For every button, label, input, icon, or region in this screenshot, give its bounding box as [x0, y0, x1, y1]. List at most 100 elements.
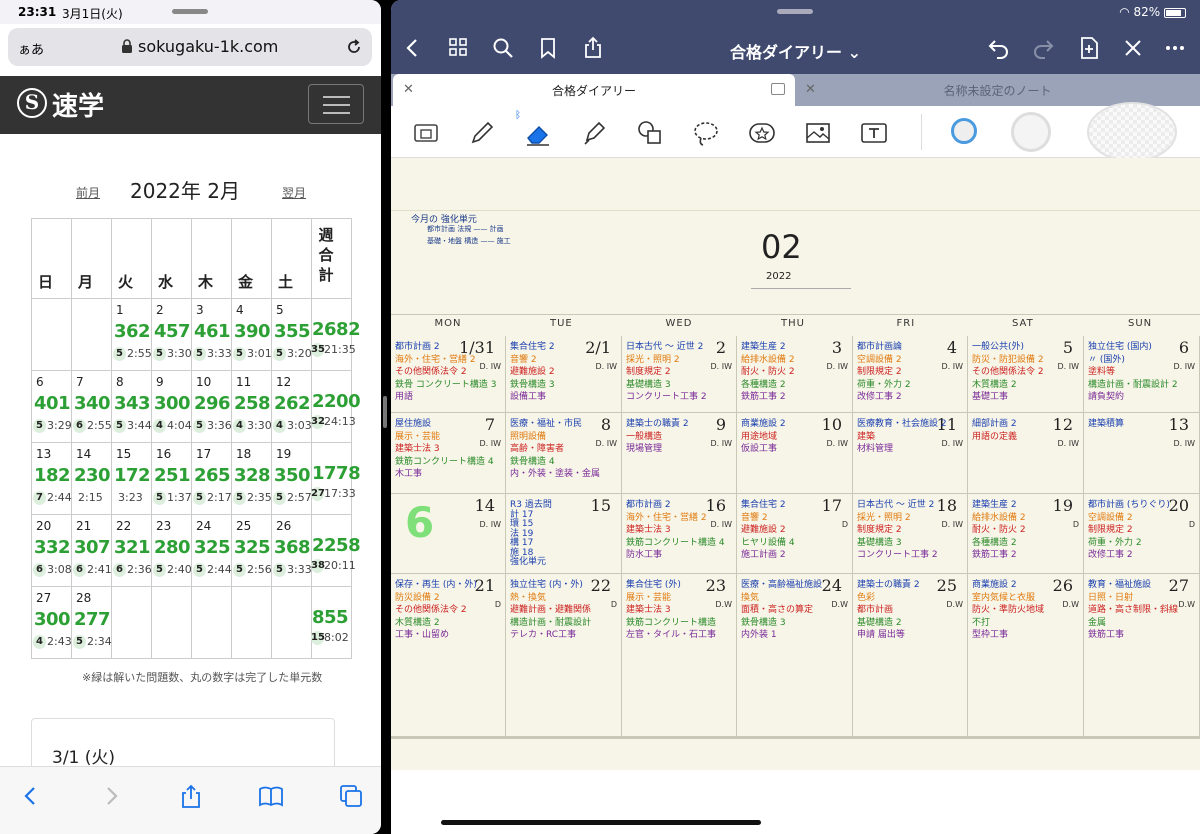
calendar-day-cell[interactable]: 2 457 5 3:30: [151, 298, 192, 371]
planner-day-cell[interactable]: 26 商業施設 2 室内気候と衣服 防火・準防火地域 不打 型枠工事 D.W: [968, 574, 1084, 738]
study-topic: 独立住宅 (内・外): [510, 580, 583, 590]
planner-day-cell[interactable]: 1/31 都市計画 2 海外・住宅・営繕 2 その他関係法令 2 鉄骨 コンクリート構造…: [391, 336, 506, 413]
sticker-tool-icon[interactable]: [747, 118, 777, 148]
planner-day-cell[interactable]: 11 医療教育・社会施設 2 建築 材料管理 D. IW: [853, 413, 968, 494]
planner-day-cell[interactable]: 7 屋住施設 展示・芸能 建築士法 3 鉄筋コンクリート構造 4 木工事 D. IW: [391, 413, 506, 494]
planner-day-cell[interactable]: 10 商業施設 2 用途地域 仮設工事 D. IW: [737, 413, 853, 494]
site-logo-text[interactable]: 速学: [52, 86, 104, 123]
calendar-day-cell[interactable]: 14 230 2:15: [71, 442, 112, 515]
next-month-link[interactable]: 翌月: [282, 184, 306, 201]
calendar-day-cell[interactable]: 22 321 6 2:36: [111, 514, 152, 587]
calendar-day-cell[interactable]: 5 355 5 3:20: [271, 298, 312, 371]
calendar-day-cell[interactable]: 8 343 5 3:44: [111, 370, 152, 443]
planner-day-cell[interactable]: 15 R3 過去問計 17 環 15 法 19 構 17 施 18 強化単元: [506, 494, 622, 574]
calendar-day-cell[interactable]: 16 251 5 1:37: [151, 442, 192, 515]
calendar-day-cell[interactable]: 3 461 5 3:33: [191, 298, 232, 371]
lasso-tool-icon[interactable]: [691, 118, 721, 148]
planner-day-cell[interactable]: 6 独立住宅 (国内) 〃 (国外) 塗料等 構造計画・耐震設計 2 請負契約 D. IW: [1084, 336, 1200, 413]
calendar-day-cell[interactable]: 19 350 5 2:57: [271, 442, 312, 515]
review-mark: D. IW: [941, 362, 963, 371]
planner-day-cell[interactable]: 12 細部計画 2 用語の定義 D. IW: [968, 413, 1084, 494]
calendar-day-cell[interactable]: 27 300 4 2:43: [31, 586, 72, 659]
planner-day-cell[interactable]: 17 集合住宅 2 音響 2 避難施設 2 ヒヤリ設備 4 施工計画 2 D: [737, 494, 853, 574]
calendar-day-cell[interactable]: 6 401 5 3:29: [31, 370, 72, 443]
calendar-day-cell[interactable]: 4 390 5 3:01: [231, 298, 272, 371]
share-icon[interactable]: [178, 783, 204, 809]
planner-day-cell[interactable]: 18 日本古代 〜 近世 2 採光・照明 2 制度規定 2 基礎構造 3 コンクリート工事…: [853, 494, 968, 574]
planner-day-cell[interactable]: 9 建築士の職責 2 一般構造 現場管理 D. IW: [622, 413, 737, 494]
planner-day-cell[interactable]: 3 建築生産 2 給排水設備 2 耐火・防火 2 各種構造 2 鉄筋工事 2 D. IW: [737, 336, 853, 413]
calendar-day-cell[interactable]: 18 328 5 2:35: [231, 442, 272, 515]
calendar-day-cell[interactable]: 20 332 6 3:08: [31, 514, 72, 587]
planner-day-cell[interactable]: 4 都市計画論 空調設備 2 制限規定 2 荷重・外力 2 改修工事 2 D. IW: [853, 336, 968, 413]
shapes-tool-icon[interactable]: [635, 118, 665, 148]
pen-tool-icon[interactable]: [467, 118, 497, 148]
planner-day-cell[interactable]: 27 教育・福祉施設 日照・日射 道路・高さ制限・斜線 金属 鉄筋工事 D.W: [1084, 574, 1200, 738]
close-toolbar-icon[interactable]: [1121, 36, 1145, 60]
calendar-day-cell[interactable]: 28 277 5 2:34: [71, 586, 112, 659]
pen-size-large[interactable]: [1087, 102, 1177, 162]
zoom-window-icon[interactable]: [411, 118, 441, 148]
day-number: 25: [236, 519, 252, 533]
study-topic: 採光・照明 2: [857, 512, 911, 523]
header-char: 合: [318, 246, 334, 264]
weekday-header: FRI: [896, 318, 916, 329]
planner-day-cell[interactable]: 24 医療・高齢福祉施設 換気 面積・高さの算定 鉄骨構造 3 内外装 1 D.W: [737, 574, 853, 738]
planner-day-cell[interactable]: 22 独立住宅 (内・外) 熱・換気 避難計画・避難関係 構造計画・耐震設計 テレカ・RC…: [506, 574, 622, 738]
calendar-day-cell[interactable]: 7 340 6 2:55: [71, 370, 112, 443]
calendar-day-cell[interactable]: 26 368 5 3:33: [271, 514, 312, 587]
calendar-day-cell[interactable]: 25 325 5 2:56: [231, 514, 272, 587]
calendar-day-cell[interactable]: 15 172 3:23: [111, 442, 152, 515]
multitask-grabber[interactable]: [172, 9, 208, 14]
calendar-day-cell[interactable]: 24 325 5 2:44: [191, 514, 232, 587]
planner-day-cell[interactable]: 13 建築積算 D. IW: [1084, 413, 1200, 494]
forward-icon[interactable]: [98, 783, 124, 809]
planner-day-cell[interactable]: 16 都市計画 2 海外・住宅・営繕 2 建築士法 3 鉄筋コンクリート構造 4 防水工事…: [622, 494, 737, 574]
back-icon[interactable]: [18, 783, 44, 809]
prev-month-link[interactable]: 前月: [76, 184, 100, 201]
planner-day-cell[interactable]: 20 都市計画 (ちりぐり) 空調設備 2 制限規定 2 荷重・外力 2 改修工事 2 D: [1084, 494, 1200, 574]
planner-day-cell[interactable]: 21 保存・再生 (内・外) 防災設備 2 その他関係法令 2 木質構造 2 工事・山留め…: [391, 574, 506, 738]
multitask-grabber[interactable]: [777, 9, 813, 14]
bookmarks-icon[interactable]: [258, 783, 284, 809]
more-icon[interactable]: [1163, 36, 1187, 60]
undo-icon[interactable]: [987, 36, 1011, 60]
add-page-icon[interactable]: [1077, 36, 1101, 60]
planner-day-cell[interactable]: 25 建築士の職責 2 色彩 都市計画 基礎構造 2 申請 届出等 D.W: [853, 574, 968, 738]
calendar-day-cell[interactable]: 10 296 5 3:36: [191, 370, 232, 443]
study-topic: 換気: [741, 592, 760, 603]
calendar-day-cell[interactable]: 17 265 5 2:17: [191, 442, 232, 515]
highlighter-tool-icon[interactable]: [579, 118, 609, 148]
planner-day-cell[interactable]: 23 集合住宅 (外) 展示・芸能 建築士法 3 鉄筋コンクリート構造 左官・タイル・石工…: [622, 574, 737, 738]
split-tab-icon[interactable]: [771, 83, 785, 95]
redo-icon[interactable]: [1031, 36, 1055, 60]
text-tool-icon[interactable]: [859, 118, 889, 148]
calendar-day-cell[interactable]: 1 362 5 2:55: [111, 298, 152, 371]
tab-active-document[interactable]: ✕ 合格ダイアリー: [393, 74, 795, 106]
tab-inactive-document[interactable]: ✕ 名称未設定のノート: [795, 74, 1200, 106]
url-text[interactable]: sokugaku-1k.com: [138, 37, 278, 56]
calendar-day-cell[interactable]: 23 280 5 2:40: [151, 514, 192, 587]
eraser-tool-icon[interactable]: [523, 118, 553, 148]
planner-day-cell[interactable]: 5 一般公共(外) 防災・防犯設備 2 その他関係法令 2 木質構造 2 基礎工事 D. I…: [968, 336, 1084, 413]
reload-icon[interactable]: [344, 37, 364, 57]
planner-day-cell[interactable]: 8 医療・福祉・市民 照明設備 高齢・障害者 鉄骨構造 4 内・外装・塗装・金属 D. IW: [506, 413, 622, 494]
planner-page[interactable]: 今月の 強化単元 都市計画 法規 —— 計画 基礎・地盤 構造 —— 施工 02 202…: [391, 158, 1200, 770]
planner-day-cell[interactable]: 2 日本古代 〜 近世 2 採光・照明 2 制度規定 2 基礎構造 3 コンクリート工事 …: [622, 336, 737, 413]
tabs-icon[interactable]: [338, 783, 364, 809]
calendar-day-cell[interactable]: 12 262 4 3:03: [271, 370, 312, 443]
calendar-day-cell[interactable]: 21 307 6 2:41: [71, 514, 112, 587]
pen-size-small[interactable]: [951, 118, 977, 144]
reader-aa-button[interactable]: ぁあ: [18, 39, 44, 58]
pen-size-medium[interactable]: [1011, 112, 1051, 152]
site-logo-mark[interactable]: S: [17, 88, 47, 118]
address-bar[interactable]: ぁあ sokugaku-1k.com: [8, 28, 372, 66]
planner-day-cell[interactable]: 19 建築生産 2 給排水設備 2 耐火・防火 2 各種構造 2 鉄筋工事 2 D: [968, 494, 1084, 574]
calendar-day-cell[interactable]: 11 258 4 3:30: [231, 370, 272, 443]
hamburger-menu-button[interactable]: [308, 84, 364, 124]
calendar-day-cell[interactable]: 13 182 7 2:44: [31, 442, 72, 515]
split-view-divider-handle[interactable]: [383, 396, 387, 428]
calendar-day-cell[interactable]: 9 300 4 4:04: [151, 370, 192, 443]
planner-day-cell[interactable]: 2/1 集合住宅 2 音響 2 避難施設 2 鉄骨構造 3 設備工事 D. IW: [506, 336, 622, 413]
image-tool-icon[interactable]: [803, 118, 833, 148]
